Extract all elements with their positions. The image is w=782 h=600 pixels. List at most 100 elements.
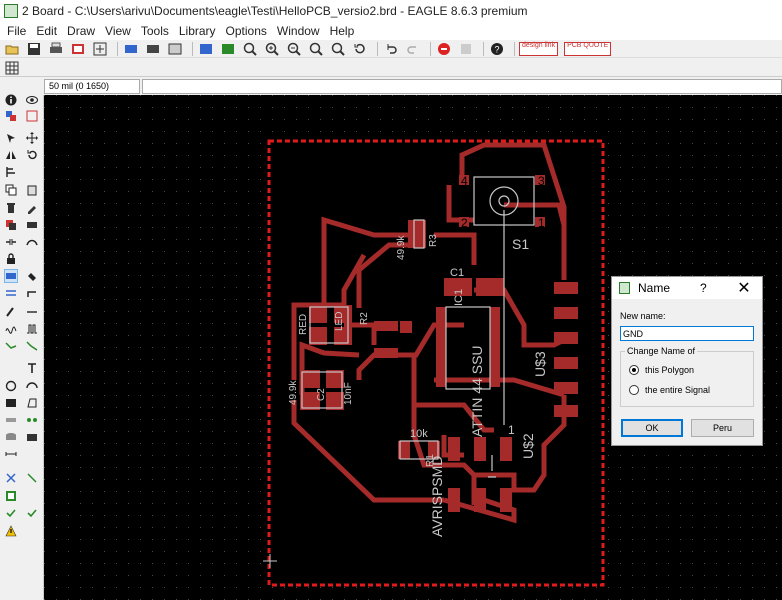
dimension-icon[interactable]	[25, 430, 39, 444]
zoom-select-icon[interactable]	[307, 41, 325, 57]
toolbar-divider	[377, 41, 378, 56]
zoom-out-icon[interactable]	[285, 41, 303, 57]
window-title: 2 Board - C:\Users\arivu\Documents\eagle…	[22, 4, 528, 18]
rotate-icon[interactable]	[25, 148, 39, 162]
split-icon[interactable]	[4, 235, 18, 249]
grid-coordinate-display: 50 mil (0 1650)	[44, 79, 140, 94]
toolbar-divider	[514, 41, 515, 56]
pin-2-label: 2	[461, 216, 468, 230]
menu-file[interactable]: File	[2, 24, 31, 38]
design-link-button[interactable]: design link	[519, 41, 559, 56]
menu-tools[interactable]: Tools	[136, 24, 174, 38]
dxf-icon[interactable]	[219, 41, 237, 57]
menu-edit[interactable]: Edit	[31, 24, 62, 38]
ratsnest-icon[interactable]	[4, 471, 18, 485]
drc-icon[interactable]	[25, 506, 39, 520]
zoom-fit-icon[interactable]	[241, 41, 259, 57]
attribute-icon[interactable]	[4, 430, 18, 444]
text-icon[interactable]	[25, 361, 39, 375]
undo-icon[interactable]	[382, 41, 400, 57]
optimize-icon[interactable]	[25, 235, 39, 249]
value-icon[interactable]	[4, 269, 18, 283]
erc-icon[interactable]	[4, 506, 18, 520]
pinswap-icon[interactable]	[25, 286, 39, 300]
route-icon[interactable]	[25, 305, 39, 319]
ok-button[interactable]: OK	[621, 419, 683, 437]
show-icon[interactable]	[25, 93, 39, 107]
menu-view[interactable]: View	[100, 24, 136, 38]
this-polygon-radio[interactable]: this Polygon	[629, 364, 739, 376]
help-icon[interactable]: ?	[488, 41, 506, 57]
schematic-switch-icon[interactable]	[91, 41, 109, 57]
polygon-icon[interactable]	[25, 396, 39, 410]
menu-options[interactable]: Options	[221, 24, 272, 38]
menu-draw[interactable]: Draw	[62, 24, 100, 38]
zoom-in-icon[interactable]	[263, 41, 281, 57]
errors-icon[interactable]	[4, 524, 18, 538]
new-name-input[interactable]	[620, 326, 754, 341]
sql-icon[interactable]	[197, 41, 215, 57]
save-icon[interactable]	[25, 41, 43, 57]
radio-selected-icon	[629, 365, 639, 375]
move-icon[interactable]	[4, 131, 18, 145]
stop-icon[interactable]	[435, 41, 453, 57]
name-icon[interactable]	[25, 218, 39, 232]
redo-icon[interactable]	[404, 41, 422, 57]
info-icon[interactable]	[4, 93, 18, 107]
lock-icon[interactable]	[4, 252, 18, 266]
run-ulp-icon[interactable]	[144, 41, 162, 57]
cancel-button[interactable]: Peru	[691, 419, 754, 437]
autorouter-icon[interactable]	[25, 339, 39, 353]
help-button[interactable]: ?	[700, 281, 707, 295]
go-icon[interactable]	[457, 41, 475, 57]
signal-icon[interactable]	[4, 339, 18, 353]
arc-icon[interactable]	[25, 379, 39, 393]
add-icon[interactable]	[4, 305, 18, 319]
radio-unselected-icon	[629, 385, 639, 395]
print-icon[interactable]	[47, 41, 65, 57]
pin-4-label: 4	[461, 174, 468, 188]
zoom-previous-icon[interactable]	[329, 41, 347, 57]
dialog-title: Name	[638, 281, 671, 295]
c1-label: C1	[450, 267, 464, 279]
move-arrows-icon[interactable]	[25, 131, 39, 145]
design-block-icon[interactable]	[4, 489, 18, 503]
redraw-icon[interactable]	[351, 41, 369, 57]
entire-signal-radio[interactable]: the entire Signal	[629, 384, 739, 396]
gateswap-icon[interactable]	[4, 286, 18, 300]
delete-icon[interactable]	[4, 201, 18, 215]
ripup-icon[interactable]	[25, 471, 39, 485]
menu-window[interactable]: Window	[272, 24, 325, 38]
command-line-input[interactable]	[142, 79, 782, 94]
rectangle-icon[interactable]	[4, 396, 18, 410]
grid-icon[interactable]	[3, 60, 21, 76]
open-icon[interactable]	[3, 41, 21, 57]
hole-icon[interactable]	[25, 413, 39, 427]
menu-bar: File Edit Draw View Tools Library Option…	[0, 22, 782, 40]
mark-icon[interactable]	[25, 109, 39, 123]
menu-help[interactable]: Help	[325, 24, 360, 38]
toolbar-divider	[483, 41, 484, 56]
mirror-icon[interactable]	[4, 148, 18, 162]
pcb-quote-button[interactable]: PCB QUOTE	[564, 41, 612, 56]
change-icon[interactable]	[25, 201, 39, 215]
u3-label: U$3	[532, 351, 548, 377]
wire-icon[interactable]	[4, 322, 18, 336]
paste-icon[interactable]	[25, 183, 39, 197]
pin-1-label: 1	[538, 216, 545, 230]
layer-settings-icon[interactable]	[166, 41, 184, 57]
copy-icon[interactable]	[4, 183, 18, 197]
align-icon[interactable]	[4, 165, 18, 179]
display-icon[interactable]	[4, 109, 18, 123]
circle-icon[interactable]	[4, 379, 18, 393]
menu-library[interactable]: Library	[174, 24, 221, 38]
attiny-label: ATTIN 44 SSU	[469, 345, 485, 437]
via-icon[interactable]	[4, 413, 18, 427]
replace-icon[interactable]	[4, 218, 18, 232]
script-icon[interactable]	[122, 41, 140, 57]
smash-icon[interactable]	[25, 269, 39, 283]
close-icon[interactable]: ✕	[736, 278, 752, 298]
cam-icon[interactable]	[69, 41, 87, 57]
meander-icon[interactable]	[25, 322, 39, 336]
measure-icon[interactable]	[4, 447, 18, 461]
